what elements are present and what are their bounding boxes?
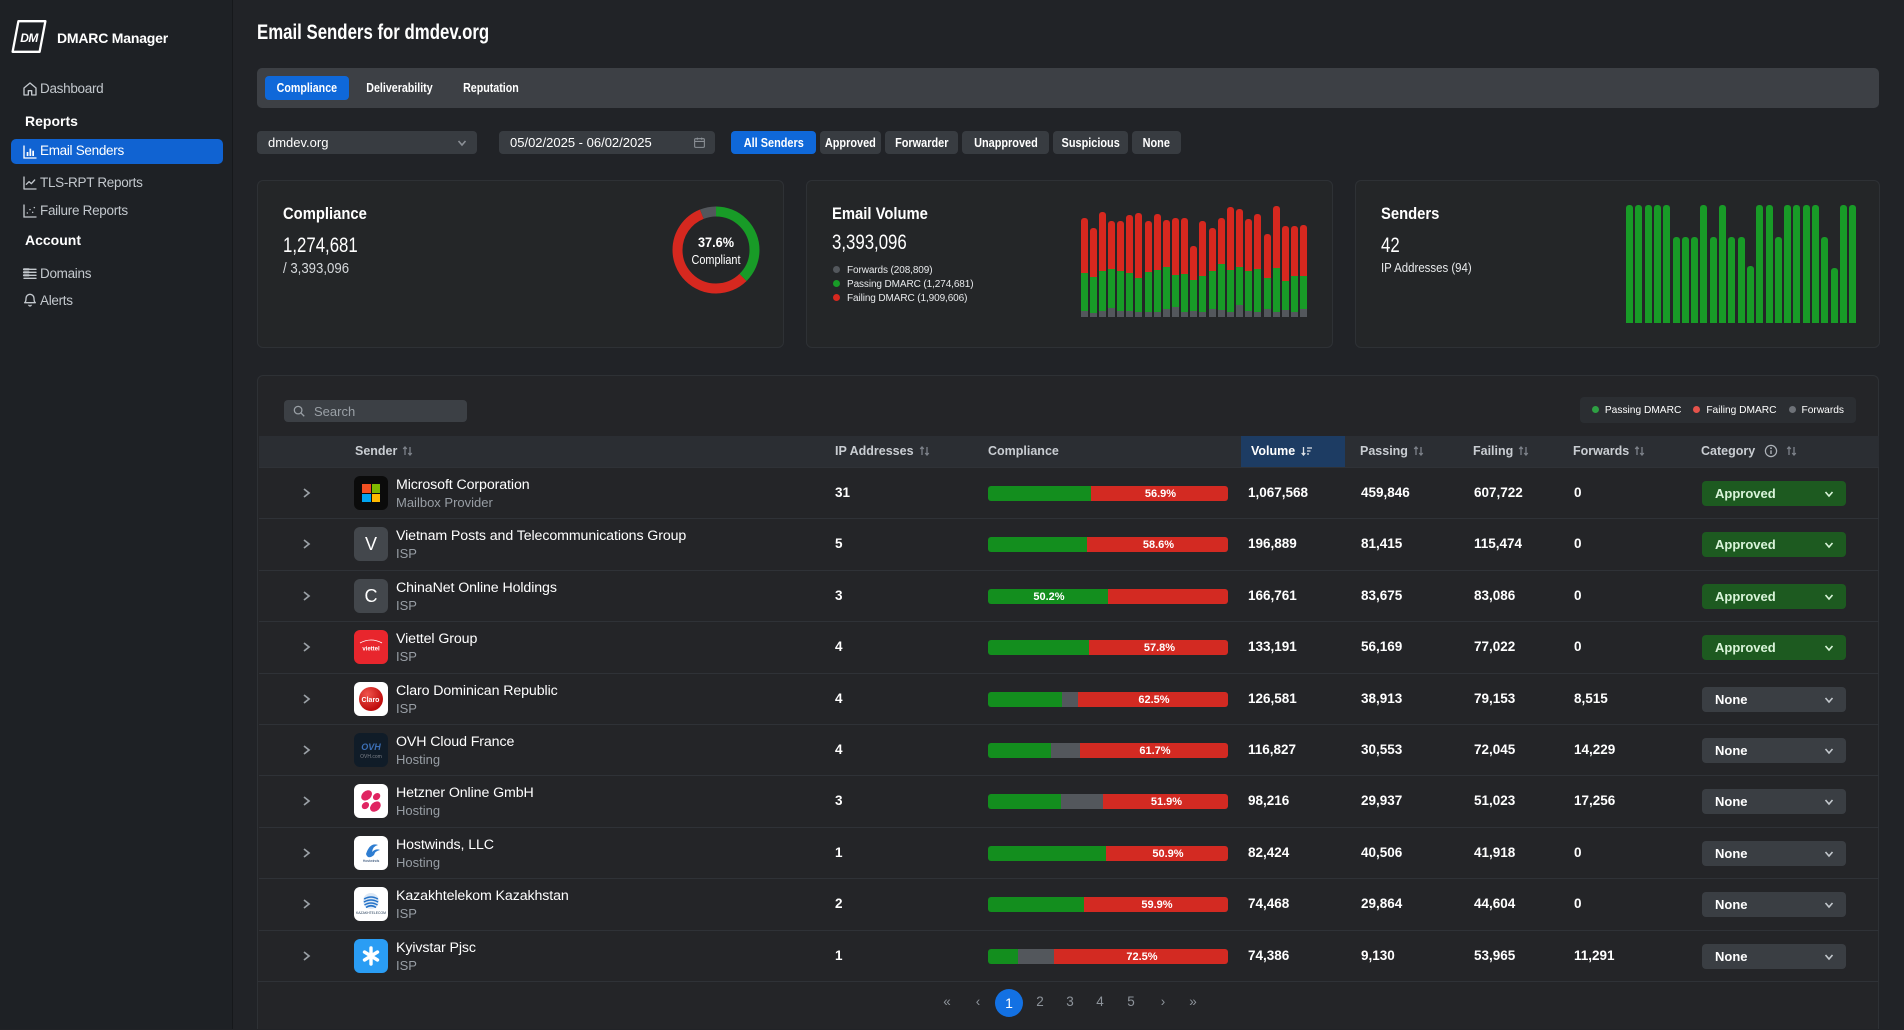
svg-text:KAZAKHTELECOM: KAZAKHTELECOM bbox=[356, 911, 386, 915]
svg-text:Claro: Claro bbox=[362, 697, 380, 704]
svg-text:Compliant: Compliant bbox=[692, 252, 741, 267]
svg-text:Hostwinds: Hostwinds bbox=[363, 859, 380, 863]
svg-text:DM: DM bbox=[20, 31, 39, 45]
svg-text:OVH.com: OVH.com bbox=[360, 754, 382, 760]
svg-text:viettel: viettel bbox=[362, 647, 380, 653]
svg-text:OVH: OVH bbox=[361, 742, 381, 752]
svg-text:37.6%: 37.6% bbox=[698, 234, 734, 250]
